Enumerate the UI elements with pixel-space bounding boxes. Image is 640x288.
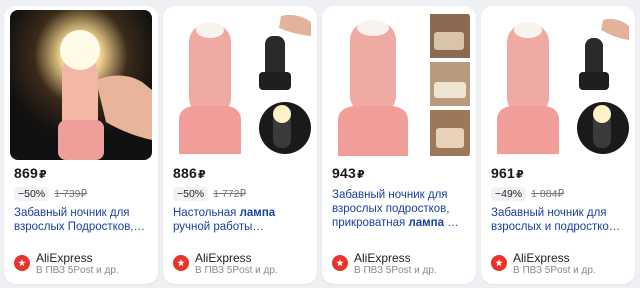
delivery-info: В ПВЗ 5Post и др. bbox=[513, 265, 596, 276]
aliexpress-logo-icon bbox=[14, 255, 30, 271]
aliexpress-logo-icon bbox=[173, 255, 189, 271]
product-card[interactable]: 943₽ Забавный ночник для взрослых подрос… bbox=[322, 6, 476, 284]
product-image[interactable] bbox=[169, 10, 311, 160]
shop-name: AliExpress bbox=[354, 251, 411, 265]
delivery-info: В ПВЗ 5Post и др. bbox=[195, 265, 278, 276]
product-title-link[interactable]: Настольная лампа ручной работы… bbox=[173, 206, 313, 234]
shop-info[interactable]: AliExpress В ПВЗ 5Post и др. bbox=[332, 251, 437, 277]
product-title-link[interactable]: Забавный ночник для взрослых Подростков,… bbox=[14, 206, 154, 234]
product-price: 943₽ bbox=[332, 165, 365, 181]
discount-row: −50% 1 739₽ bbox=[14, 186, 87, 202]
shop-info[interactable]: AliExpress В ПВЗ 5Post и др. bbox=[173, 251, 278, 277]
old-price: 1 739₽ bbox=[54, 188, 88, 200]
shop-info[interactable]: AliExpress В ПВЗ 5Post и др. bbox=[491, 251, 596, 277]
product-title-link[interactable]: Забавный ночник для взрослых подростков,… bbox=[332, 188, 472, 230]
aliexpress-logo-icon bbox=[332, 255, 348, 271]
delivery-info: В ПВЗ 5Post и др. bbox=[354, 265, 437, 276]
product-card[interactable]: 869₽ −50% 1 739₽ Забавный ночник для взр… bbox=[4, 6, 158, 284]
shop-name: AliExpress bbox=[513, 251, 570, 265]
product-price: 886₽ bbox=[173, 165, 206, 181]
shop-name: AliExpress bbox=[36, 251, 93, 265]
product-card[interactable]: 961₽ −49% 1 884₽ Забавный ночник для взр… bbox=[481, 6, 635, 284]
shop-info[interactable]: AliExpress В ПВЗ 5Post и др. bbox=[14, 251, 119, 277]
product-card[interactable]: 886₽ −50% 1 772₽ Настольная лампа ручной… bbox=[163, 6, 317, 284]
discount-row: −49% 1 884₽ bbox=[491, 186, 564, 202]
pink-lamp-with-variants-image bbox=[169, 10, 311, 160]
pink-lamp-with-black-variant-image bbox=[487, 10, 629, 160]
product-image[interactable] bbox=[10, 10, 152, 160]
discount-row: −50% 1 772₽ bbox=[173, 186, 246, 202]
delivery-info: В ПВЗ 5Post и др. bbox=[36, 265, 119, 276]
discount-badge: −49% bbox=[491, 187, 527, 201]
shop-name: AliExpress bbox=[195, 251, 252, 265]
product-image[interactable] bbox=[328, 10, 470, 160]
aliexpress-logo-icon bbox=[491, 255, 507, 271]
discount-badge: −50% bbox=[14, 187, 50, 201]
product-image[interactable] bbox=[487, 10, 629, 160]
old-price: 1 884₽ bbox=[531, 188, 565, 200]
product-price: 961₽ bbox=[491, 165, 524, 181]
product-grid: 869₽ −50% 1 739₽ Забавный ночник для взр… bbox=[4, 6, 636, 284]
glowing-night-lamp-in-hand-image bbox=[10, 10, 152, 160]
discount-badge: −50% bbox=[173, 187, 209, 201]
old-price: 1 772₽ bbox=[213, 188, 247, 200]
product-price: 869₽ bbox=[14, 165, 47, 181]
product-title-link[interactable]: Забавный ночник для взрослых и подростко… bbox=[491, 206, 631, 234]
pink-lamp-with-bedroom-photos-image bbox=[328, 10, 470, 160]
